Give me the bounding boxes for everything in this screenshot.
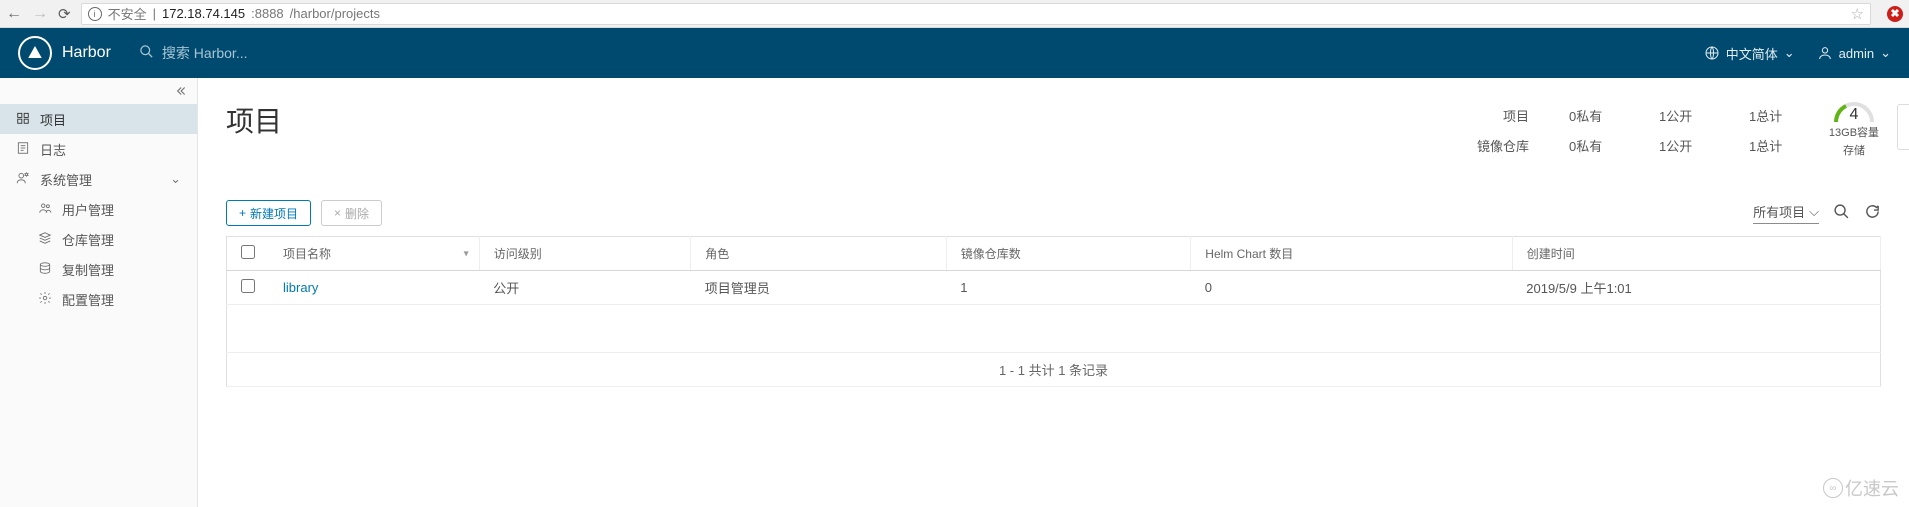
filter-icon[interactable]: ▾ [464,248,469,259]
cell-created: 2019/5/9 上午1:01 [1512,271,1880,305]
admin-icon [16,171,30,188]
sidebar-item-replication[interactable]: 复制管理 [0,254,197,284]
extension-icon[interactable]: ✖ [1887,6,1903,22]
content-area: 项目 项目 0私有 1公开 1总计 镜像仓库 0私有 1公开 1总计 4 13G… [198,78,1909,507]
col-name[interactable]: 项目名称▾ [269,237,479,271]
stats-private: 0私有 [1569,106,1619,125]
gear-icon [38,291,52,308]
watermark: ∞ 亿速云 [1823,475,1899,501]
forward-button[interactable]: → [32,5,48,23]
cell-repo-count: 1 [946,271,1191,305]
col-access[interactable]: 访问级别 [479,237,691,271]
replication-icon [38,261,52,278]
sidebar-item-repos[interactable]: 仓库管理 [0,224,197,254]
browser-chrome: ← → ⟳ i 不安全 | 172.18.74.145:8888/harbor/… [0,0,1909,28]
url-host: 172.18.74.145 [162,6,245,21]
col-checkbox [227,237,270,271]
select-all-checkbox[interactable] [241,245,255,259]
stats-public: 1公开 [1659,106,1709,125]
bookmark-icon[interactable]: ☆ [1851,5,1864,23]
user-menu[interactable]: admin ⌄ [1817,45,1891,61]
security-label: 不安全 [108,4,147,23]
storage-gauge: 4 13GB容量 存储 [1819,98,1889,158]
sidebar-item-admin[interactable]: 系统管理 ⌄ [0,164,197,194]
repo-icon [38,231,52,248]
close-icon: × [334,206,341,220]
language-selector[interactable]: 中文简体 ⌄ [1704,44,1795,63]
chevron-down-icon: ⌄ [170,171,181,187]
cloud-icon: ∞ [1823,478,1843,498]
gauge-value: 4 [1830,106,1878,124]
projects-icon [16,111,30,128]
chevron-down-icon: ⌄ [1784,45,1795,61]
logs-icon [16,141,30,158]
harbor-logo-icon [26,43,44,64]
search-icon [139,44,154,62]
sidebar-item-users[interactable]: 用户管理 [0,194,197,224]
app-header: Harbor 搜索 Harbor... 中文简体 ⌄ admin ⌄ [0,28,1909,78]
stats-projects-label: 项目 [1469,106,1529,125]
table-row[interactable]: library 公开 项目管理员 1 0 2019/5/9 上午1:01 [227,271,1881,305]
delete-button: × 删除 [321,200,382,226]
sidebar-item-projects[interactable]: 项目 [0,104,197,134]
stats-private: 0私有 [1569,136,1619,155]
col-created[interactable]: 创建时间 [1512,237,1880,271]
global-search[interactable]: 搜索 Harbor... [139,43,248,63]
col-chart-count[interactable]: Helm Chart 数目 [1191,237,1512,271]
sidebar-item-logs[interactable]: 日志 [0,134,197,164]
cell-role: 项目管理员 [691,271,947,305]
stats-total: 1总计 [1749,106,1799,125]
globe-icon [1704,45,1720,61]
sidebar-item-config[interactable]: 配置管理 [0,284,197,314]
chevron-down-icon: ⌵ [1809,204,1819,220]
side-tab[interactable] [1897,104,1909,150]
plus-icon: + [239,206,246,220]
app-title: Harbor [62,44,111,62]
reload-button[interactable]: ⟳ [58,5,71,23]
url-bar[interactable]: i 不安全 | 172.18.74.145:8888/harbor/projec… [81,3,1871,25]
filter-dropdown[interactable]: 所有项目 ⌵ [1753,202,1819,224]
projects-table: 项目名称▾ 访问级别 角色 镜像仓库数 Helm Chart 数目 创建时间 l… [226,236,1881,387]
cell-chart-count: 0 [1191,271,1512,305]
stats-block: 项目 0私有 1公开 1总计 镜像仓库 0私有 1公开 1总计 [1469,100,1799,160]
site-info-icon[interactable]: i [88,7,102,21]
back-button[interactable]: ← [6,5,22,23]
users-icon [38,201,52,218]
search-placeholder: 搜索 Harbor... [162,43,248,63]
logo[interactable]: Harbor [18,36,111,70]
sidebar: 项目 日志 系统管理 ⌄ 用户管理 仓库管理 复制管理 配置管理 [0,78,198,507]
search-button[interactable] [1833,203,1850,223]
col-repo-count[interactable]: 镜像仓库数 [946,237,1191,271]
stats-repos-label: 镜像仓库 [1469,136,1529,155]
sidebar-collapse-button[interactable] [0,78,197,104]
row-checkbox[interactable] [241,279,255,293]
toolbar: + 新建项目 × 删除 所有项目 ⌵ [226,200,1881,226]
stats-public: 1公开 [1659,136,1709,155]
user-icon [1817,45,1833,61]
table-footer: 1 - 1 共计 1 条记录 [227,353,1881,387]
stats-total: 1总计 [1749,136,1799,155]
cell-access: 公开 [479,271,691,305]
refresh-button[interactable] [1864,203,1881,223]
chevron-down-icon: ⌄ [1880,45,1891,61]
col-role[interactable]: 角色 [691,237,947,271]
project-link[interactable]: library [283,280,318,295]
new-project-button[interactable]: + 新建项目 [226,200,311,226]
